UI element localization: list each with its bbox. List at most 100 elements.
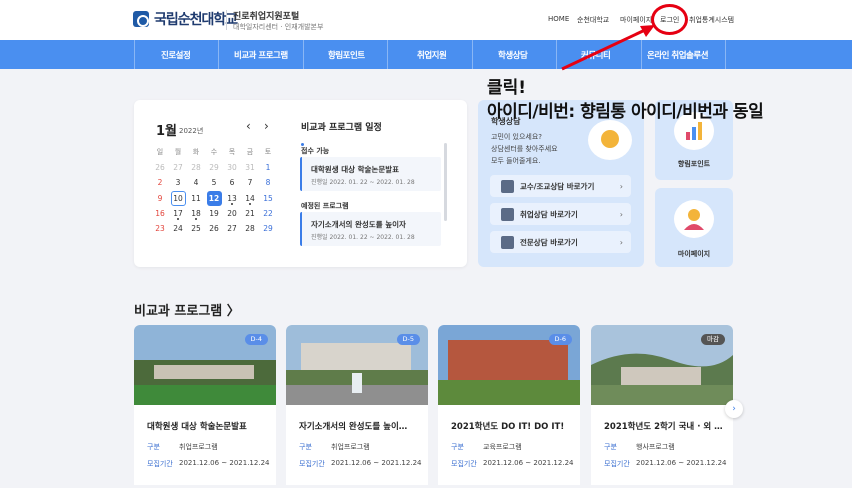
calendar-day[interactable]: 27 bbox=[169, 160, 187, 175]
menu-separator bbox=[218, 40, 219, 69]
period-value: 2021.12.06 ~ 2021.12.24 bbox=[179, 459, 270, 467]
annotation-click-text: 클릭! bbox=[487, 78, 527, 98]
menu-employment-support[interactable]: 취업지원 bbox=[417, 49, 447, 61]
calendar-day[interactable]: 17 bbox=[169, 206, 187, 221]
logo-text: 국립순천대학교 bbox=[154, 12, 238, 28]
calendar-day[interactable]: 7 bbox=[241, 175, 259, 190]
calendar-day[interactable]: 10 bbox=[169, 190, 187, 206]
calendar-day[interactable]: 24 bbox=[169, 221, 187, 236]
schedule-item-open[interactable]: 대학원생 대상 학술논문발표 진행일 2022. 01. 22 ~ 2022. … bbox=[300, 157, 441, 191]
chevron-right-icon[interactable]: › bbox=[264, 119, 269, 133]
tile-mypage[interactable]: 마이페이지 bbox=[655, 188, 733, 267]
menu-online-job-solution[interactable]: 온라인 취업솔루션 bbox=[647, 49, 709, 61]
menu-separator bbox=[387, 40, 388, 69]
program-card[interactable]: D-4 대학원생 대상 학술논문발표 구분 취업프로그램 모집기간 2021.1… bbox=[134, 325, 276, 485]
calendar-day[interactable]: 16 bbox=[151, 206, 169, 221]
calendar-day[interactable]: 19 bbox=[205, 206, 223, 221]
program-card[interactable]: D-5 자기소개서의 완성도를 높이… 구분 취업프로그램 모집기간 2021.… bbox=[286, 325, 428, 485]
nav-employment-stats[interactable]: 취업통계시스템 bbox=[689, 15, 734, 25]
button-label: 교수/조교상담 바로가기 bbox=[520, 181, 595, 191]
counselor-icon bbox=[588, 120, 632, 160]
professor-counseling-button[interactable]: 교수/조교상담 바로가기 › bbox=[490, 175, 631, 197]
professional-counseling-button[interactable]: 전문상담 바로가기 › bbox=[490, 231, 631, 253]
schedule-item-date: 진행일 2022. 01. 22 ~ 2022. 01. 28 bbox=[311, 234, 415, 241]
calendar-day[interactable]: 30 bbox=[223, 160, 241, 175]
carousel-next-button[interactable]: › bbox=[725, 400, 743, 418]
calendar-day[interactable]: 21 bbox=[241, 206, 259, 221]
calendar-day[interactable]: 29 bbox=[259, 221, 277, 236]
calendar-day[interactable]: 13 bbox=[223, 191, 241, 206]
type-value: 취업프로그램 bbox=[331, 443, 370, 451]
calendar-day[interactable]: 1 bbox=[259, 160, 277, 175]
chevron-left-icon[interactable]: ‹ bbox=[246, 119, 251, 133]
calendar-day[interactable]: 12 bbox=[205, 190, 223, 206]
calendar-day[interactable]: 26 bbox=[205, 221, 223, 236]
schedule-title: 비교과 프로그램 일정 bbox=[301, 123, 382, 133]
employment-counseling-button[interactable]: 취업상담 바로가기 › bbox=[490, 203, 631, 225]
calendar-day[interactable]: 9 bbox=[151, 191, 169, 206]
calendar-day[interactable]: 23 bbox=[151, 221, 169, 236]
period-key: 모집기간 bbox=[299, 460, 325, 468]
program-title: 대학원생 대상 학술논문발표 bbox=[147, 422, 247, 432]
schedule-item-date: 진행일 2022. 01. 22 ~ 2022. 01. 28 bbox=[311, 179, 415, 186]
schedule-item-upcoming[interactable]: 자기소개서의 완성도를 높이자 진행일 2022. 01. 22 ~ 2022.… bbox=[300, 212, 441, 246]
period-key: 모집기간 bbox=[604, 460, 630, 468]
calendar-day[interactable]: 26 bbox=[151, 160, 169, 175]
menu-career-setting[interactable]: 진로설정 bbox=[161, 49, 191, 61]
calendar-day[interactable]: 11 bbox=[187, 191, 205, 206]
calendar-day[interactable]: 31 bbox=[241, 160, 259, 175]
briefcase-icon bbox=[501, 207, 514, 221]
calendar-day[interactable]: 3 bbox=[169, 175, 187, 190]
schedule-scrollbar[interactable] bbox=[444, 143, 447, 221]
calendar-day[interactable]: 29 bbox=[205, 160, 223, 175]
program-title: 2021학년도 DO IT! DO IT! bbox=[451, 422, 565, 432]
chevron-right-icon: › bbox=[619, 181, 623, 191]
menu-student-counseling[interactable]: 학생상담 bbox=[498, 49, 528, 61]
dday-badge: D-6 bbox=[548, 334, 572, 345]
calendar-day[interactable]: 8 bbox=[259, 175, 277, 190]
counsel-desc-line: 모두 들어줄게요. bbox=[491, 157, 541, 165]
calendar-day[interactable]: 2 bbox=[151, 175, 169, 190]
nav-university[interactable]: 순천대학교 bbox=[577, 15, 609, 25]
menu-community[interactable]: 커뮤니티 bbox=[581, 49, 611, 61]
logo-divider bbox=[226, 10, 227, 30]
calendar-card: 1월 2022년 ‹ › 일 월 화 수 목 금 토 26 27 28 29 30 31 1 2 3 4 5 6 7 8… bbox=[134, 100, 467, 267]
type-key: 구분 bbox=[299, 443, 312, 451]
menu-separator bbox=[303, 40, 304, 69]
program-card[interactable]: D-6 2021학년도 DO IT! DO IT! 구분 교육프로그램 모집기간… bbox=[438, 325, 580, 485]
menu-extracurricular[interactable]: 비교과 프로그램 bbox=[234, 49, 288, 61]
calendar-year: 2022년 bbox=[179, 127, 204, 135]
calendar-day[interactable]: 22 bbox=[259, 206, 277, 221]
menu-hyanglim-point[interactable]: 향림포인트 bbox=[328, 49, 365, 61]
weekday-label: 금 bbox=[246, 148, 254, 156]
calendar-day[interactable]: 6 bbox=[223, 175, 241, 190]
portal-subtitle: 대학일자리센터 · 인재개발본부 bbox=[233, 23, 324, 31]
site-header: 국립순천대학교 진로취업지원포털 대학일자리센터 · 인재개발본부 HOME 순… bbox=[0, 0, 852, 40]
chat-icon bbox=[501, 235, 514, 249]
calendar-day[interactable]: 25 bbox=[187, 221, 205, 236]
calendar-day[interactable]: 28 bbox=[241, 221, 259, 236]
program-card[interactable]: 마감 2021학년도 2학기 국내 · 외 … 구분 행사프로그램 모집기간 2… bbox=[591, 325, 733, 485]
university-logo[interactable]: 국립순천대학교 bbox=[133, 9, 238, 29]
nav-mypage[interactable]: 마이페이지 bbox=[620, 15, 652, 25]
period-value: 2021.12.06 ~ 2021.12.24 bbox=[636, 459, 727, 467]
menu-separator bbox=[134, 40, 135, 69]
calendar-day[interactable]: 18 bbox=[187, 206, 205, 221]
calendar-day[interactable]: 4 bbox=[187, 175, 205, 190]
programs-section-title[interactable]: 비교과 프로그램 〉 bbox=[134, 300, 240, 319]
button-label: 전문상담 바로가기 bbox=[520, 237, 578, 247]
calendar-day[interactable]: 14 bbox=[241, 191, 259, 206]
menu-separator bbox=[472, 40, 473, 69]
menu-separator bbox=[556, 40, 557, 69]
calendar-day[interactable]: 15 bbox=[259, 191, 277, 206]
weekday-label: 토 bbox=[264, 148, 272, 156]
calendar-day[interactable]: 20 bbox=[223, 206, 241, 221]
calendar-day[interactable]: 28 bbox=[187, 160, 205, 175]
type-key: 구분 bbox=[604, 443, 617, 451]
calendar-day[interactable]: 5 bbox=[205, 175, 223, 190]
schedule-item-title: 대학원생 대상 학술논문발표 bbox=[311, 165, 400, 174]
weekday-label: 수 bbox=[210, 148, 218, 156]
nav-home[interactable]: HOME bbox=[548, 15, 569, 23]
calendar-day[interactable]: 27 bbox=[223, 221, 241, 236]
student-counseling-panel: 학생상담 고민이 있으세요? 상담센터를 찾아주세요 모두 들어줄게요. 교수/… bbox=[478, 100, 644, 267]
